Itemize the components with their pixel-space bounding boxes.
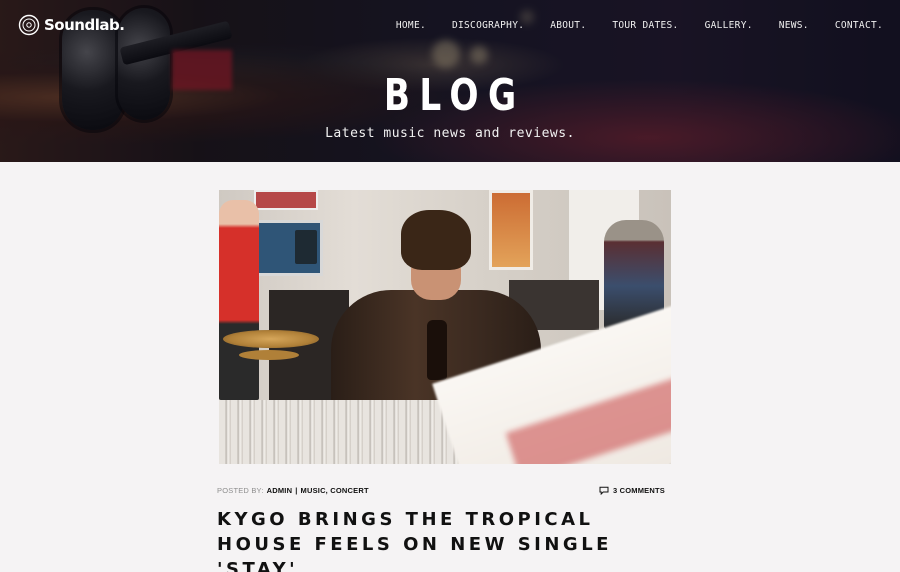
wall-poster [254, 190, 318, 210]
page-title: BLOG [383, 70, 526, 121]
post-title[interactable]: KYGO BRINGS THE TROPICAL HOUSE FEELS ON … [217, 507, 687, 572]
nav-gallery[interactable]: GALLERY. [705, 20, 753, 31]
main-navigation: HOME. DISCOGRAPHY. ABOUT. TOUR DATES. GA… [370, 20, 883, 31]
posted-by-label: POSTED BY: [217, 486, 264, 495]
nav-home[interactable]: HOME. [396, 20, 426, 31]
person-red-shirt [219, 200, 259, 400]
post-featured-image[interactable] [219, 190, 671, 464]
page-subtitle: Latest music news and reviews. [325, 126, 575, 141]
post-categories-link[interactable]: MUSIC, CONCERT [301, 486, 369, 495]
brand-name: Soundlab. [44, 16, 125, 34]
site-logo[interactable]: Soundlab. [18, 14, 125, 36]
hair [401, 210, 471, 270]
wall-speaker [295, 230, 317, 264]
nav-about[interactable]: ABOUT. [550, 20, 586, 31]
post-meta: POSTED BY: ADMIN | MUSIC, CONCERT 3 COMM… [217, 486, 665, 495]
nav-discography[interactable]: DISCOGRAPHY. [452, 20, 524, 31]
nav-contact[interactable]: CONTACT. [835, 20, 883, 31]
hero-banner: Soundlab. HOME. DISCOGRAPHY. ABOUT. TOUR… [0, 0, 900, 162]
drum-cymbal [239, 350, 299, 360]
comments-link[interactable]: 3 COMMENTS [599, 486, 665, 495]
nav-tour-dates[interactable]: TOUR DATES. [612, 20, 678, 31]
post-author-link[interactable]: ADMIN [267, 486, 293, 495]
meta-separator: | [295, 486, 298, 495]
drum-cymbal [223, 330, 319, 348]
vinyl-record-icon [18, 14, 40, 36]
speech-bubble-icon [599, 486, 609, 495]
comments-count: 3 COMMENTS [612, 486, 665, 495]
post-byline: POSTED BY: ADMIN | MUSIC, CONCERT [217, 486, 369, 495]
nav-news[interactable]: NEWS. [779, 20, 809, 31]
beer-bottle [427, 320, 447, 380]
